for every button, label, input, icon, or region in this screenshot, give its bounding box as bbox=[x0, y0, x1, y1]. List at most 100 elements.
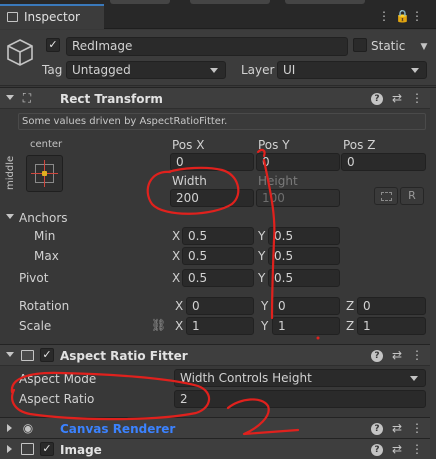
pivot-label: Pivot bbox=[19, 271, 49, 285]
pos-y-field[interactable]: 0 bbox=[256, 153, 340, 171]
aspect-mode-label: Aspect Mode bbox=[19, 372, 97, 386]
anchor-max-y-field[interactable]: 0.5 bbox=[268, 247, 340, 265]
active-checkbox[interactable]: ✓ bbox=[46, 38, 60, 52]
eye-icon: ◉ bbox=[22, 421, 34, 435]
anchor-dot bbox=[42, 171, 47, 176]
tag-label: Tag bbox=[42, 63, 63, 77]
preset-icon[interactable]: ⇄ bbox=[391, 442, 403, 456]
component-title: Rect Transform bbox=[60, 92, 163, 106]
image-component-icon bbox=[21, 443, 34, 455]
height-label: Height bbox=[258, 174, 298, 188]
scale-z-field[interactable]: 1 bbox=[357, 317, 426, 335]
max-label: Max bbox=[34, 249, 59, 263]
blueprint-icon bbox=[381, 192, 392, 201]
width-label: Width bbox=[172, 174, 207, 188]
anchor-presets-button[interactable] bbox=[26, 155, 63, 192]
scale-x-field[interactable]: 1 bbox=[186, 317, 254, 335]
fold-arrow-icon[interactable] bbox=[6, 95, 14, 100]
layer-dropdown[interactable]: UI bbox=[277, 61, 427, 79]
scale-y-field[interactable]: 1 bbox=[272, 317, 340, 335]
fold-arrow-icon[interactable] bbox=[7, 445, 12, 453]
preset-icon[interactable]: ⇄ bbox=[391, 91, 403, 105]
menu-icon[interactable]: ⋮ bbox=[411, 442, 423, 456]
aspect-ratio-label: Aspect Ratio bbox=[19, 392, 95, 406]
rect-transform-header[interactable]: ⛶ Rect Transform ? ⇄ ⋮ bbox=[0, 87, 436, 109]
scale-label: Scale bbox=[19, 319, 52, 333]
help-icon[interactable]: ? bbox=[371, 350, 383, 362]
rotation-y-field[interactable]: 0 bbox=[272, 297, 340, 315]
fold-arrow-icon[interactable] bbox=[7, 424, 12, 432]
min-label: Min bbox=[34, 229, 56, 243]
component-title: Image bbox=[60, 443, 102, 457]
rect-transform-icon: ⛶ bbox=[22, 91, 32, 105]
other-tab[interactable] bbox=[285, 0, 365, 4]
preset-icon[interactable]: ⇄ bbox=[391, 348, 403, 362]
rotation-z-field[interactable]: 0 bbox=[357, 297, 426, 315]
axis-z-label: Z bbox=[346, 299, 355, 313]
pos-z-field[interactable]: 0 bbox=[341, 153, 426, 171]
canvas-renderer-header[interactable]: ◉ Canvas Renderer ? ⇄ ⋮ bbox=[0, 417, 436, 439]
axis-x-label: X bbox=[175, 299, 184, 313]
height-field: 100 bbox=[256, 189, 340, 207]
gameobject-cube-icon bbox=[7, 39, 33, 66]
other-tab[interactable] bbox=[110, 0, 170, 4]
rotation-label: Rotation bbox=[19, 299, 70, 313]
menu-icon[interactable]: ⋮ bbox=[411, 348, 423, 362]
axis-y-label: Y bbox=[258, 271, 266, 285]
axis-y-label: Y bbox=[261, 299, 269, 313]
anchor-max-x-field[interactable]: 0.5 bbox=[182, 247, 254, 265]
constrain-link-icon[interactable]: ⛓ bbox=[151, 318, 166, 332]
component-script-icon bbox=[21, 350, 34, 361]
help-icon[interactable]: ? bbox=[371, 444, 383, 456]
anchors-fold-icon[interactable] bbox=[6, 214, 14, 219]
pivot-y-field[interactable]: 0.5 bbox=[268, 269, 340, 287]
anchor-min-x-field[interactable]: 0.5 bbox=[182, 227, 254, 245]
help-icon[interactable]: ? bbox=[371, 423, 383, 435]
axis-x-label: X bbox=[175, 319, 184, 333]
anchor-vertical-label: middle bbox=[5, 155, 16, 190]
menu-icon[interactable]: ⋮ bbox=[411, 9, 423, 23]
rotation-x-field[interactable]: 0 bbox=[186, 297, 254, 315]
raw-edit-button[interactable]: R bbox=[400, 187, 424, 205]
menu-icon[interactable]: ⋮ bbox=[411, 91, 423, 105]
pivot-x-field[interactable]: 0.5 bbox=[182, 269, 254, 287]
width-field[interactable]: 200 bbox=[170, 189, 254, 207]
object-name-field[interactable]: RedImage bbox=[66, 37, 348, 56]
tab-title: Inspector bbox=[24, 10, 80, 24]
aspect-ratio-fitter-header[interactable]: ✓ Aspect Ratio Fitter ? ⇄ ⋮ bbox=[0, 344, 436, 366]
component-title: Aspect Ratio Fitter bbox=[60, 349, 188, 363]
component-title: Canvas Renderer bbox=[60, 422, 176, 436]
tag-dropdown[interactable]: Untagged bbox=[66, 61, 226, 79]
driven-note: Some values driven by AspectRatioFitter. bbox=[18, 113, 426, 130]
enabled-checkbox[interactable]: ✓ bbox=[40, 348, 54, 362]
pos-x-header: Pos X bbox=[172, 138, 205, 152]
anchors-label[interactable]: Anchors bbox=[19, 210, 68, 226]
inspector-tab-icon bbox=[7, 12, 18, 22]
enabled-checkbox[interactable]: ✓ bbox=[40, 442, 54, 456]
blueprint-button[interactable] bbox=[374, 187, 398, 205]
scrollbar[interactable] bbox=[430, 90, 436, 459]
axis-x-label: X bbox=[172, 249, 181, 263]
fold-arrow-icon[interactable] bbox=[6, 352, 14, 357]
more-icon[interactable]: ⋮ bbox=[378, 9, 390, 23]
pos-y-header: Pos Y bbox=[258, 138, 290, 152]
axis-y-label: Y bbox=[258, 229, 266, 243]
axis-x-label: X bbox=[172, 271, 181, 285]
anchor-min-y-field[interactable]: 0.5 bbox=[268, 227, 340, 245]
aspect-mode-dropdown[interactable]: Width Controls Height bbox=[174, 369, 426, 387]
axis-z-label: Z bbox=[346, 319, 355, 333]
tab-inspector[interactable]: Inspector bbox=[0, 4, 104, 29]
preset-icon[interactable]: ⇄ bbox=[391, 421, 403, 435]
other-tab[interactable] bbox=[190, 0, 270, 4]
pos-z-header: Pos Z bbox=[343, 138, 376, 152]
static-label: Static bbox=[371, 39, 406, 53]
lock-icon[interactable]: 🔒 bbox=[395, 9, 410, 23]
anchor-horizontal-label: center bbox=[30, 139, 63, 150]
menu-icon[interactable]: ⋮ bbox=[411, 421, 423, 435]
aspect-ratio-field[interactable]: 2 bbox=[174, 390, 426, 408]
help-icon[interactable]: ? bbox=[371, 93, 383, 105]
static-checkbox[interactable] bbox=[353, 38, 367, 52]
image-header[interactable]: ✓ Image ? ⇄ ⋮ bbox=[0, 438, 436, 459]
pos-x-field[interactable]: 0 bbox=[170, 153, 254, 171]
static-dropdown-icon[interactable]: ▼ bbox=[418, 40, 430, 54]
